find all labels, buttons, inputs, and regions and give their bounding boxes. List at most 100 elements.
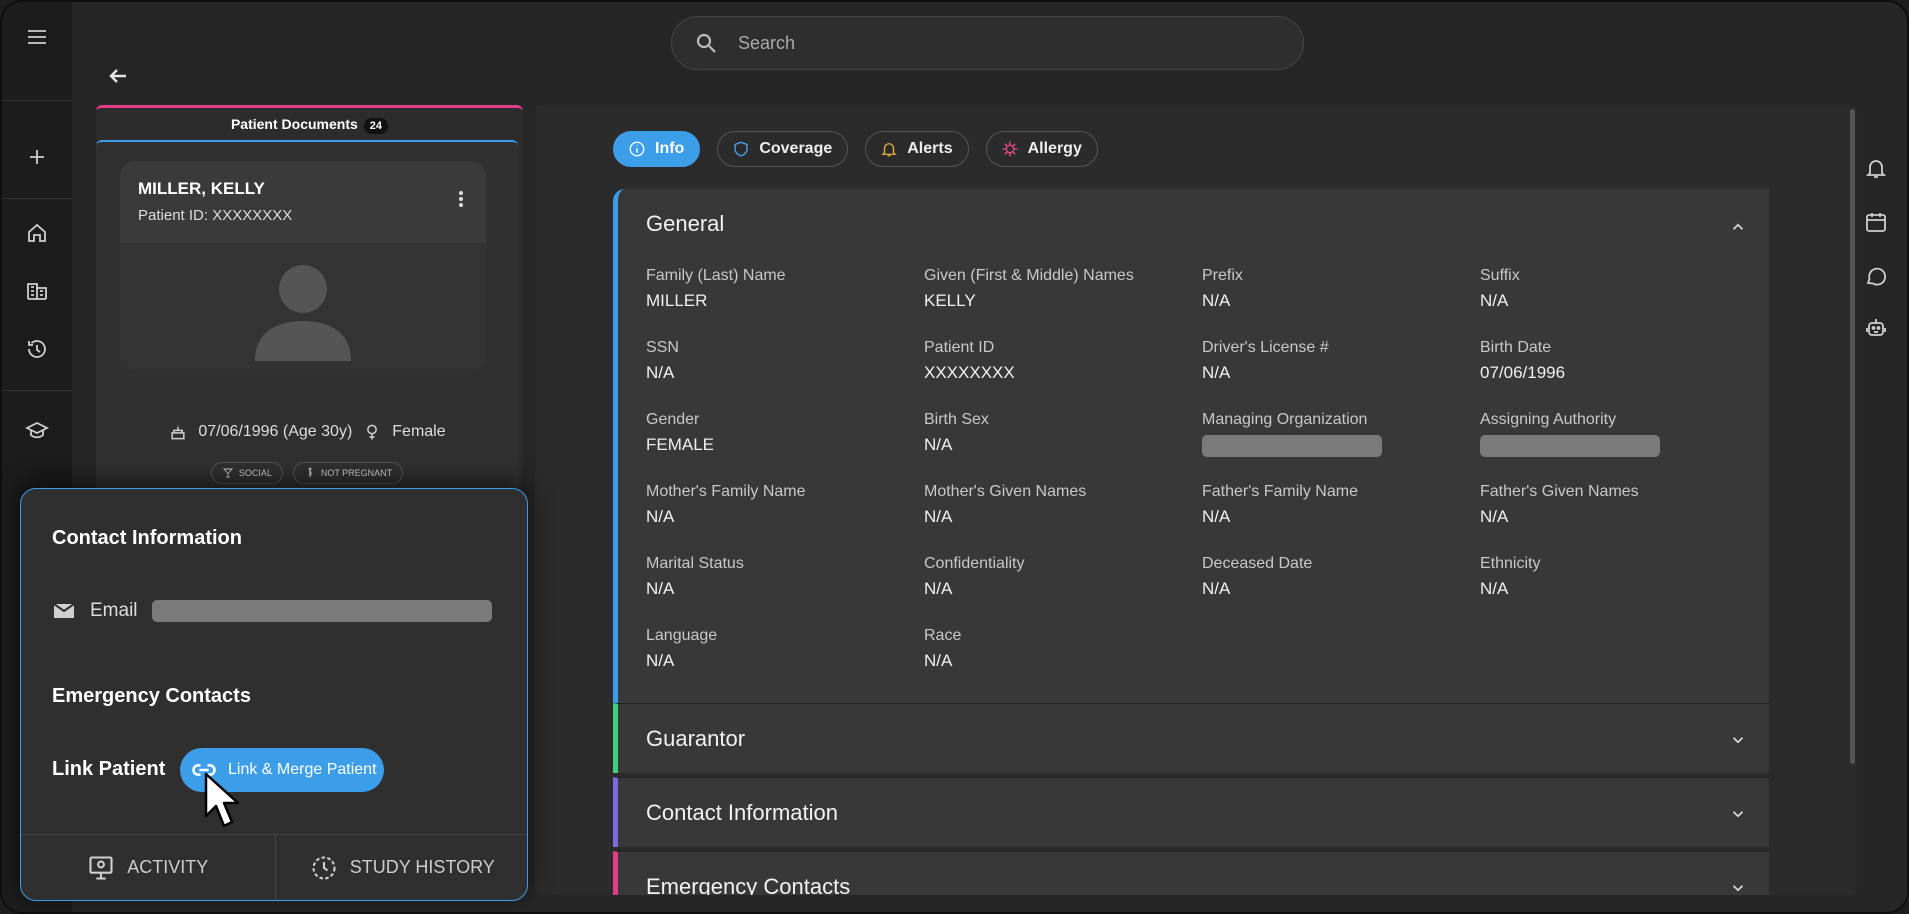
mail-icon [53,603,75,618]
notification-bell-icon[interactable] [1864,156,1892,184]
field-ethnicity: Ethnicity N/A [1480,555,1750,599]
scrollbar[interactable] [1850,109,1855,764]
field-label: Suffix [1480,267,1520,284]
popover-footer: ACTIVITY STUDY HISTORY [21,834,528,900]
field-marital-status: Marital Status N/A [646,555,916,599]
chevron-up-icon[interactable] [1729,218,1747,236]
field-driver-s-license: Driver's License # N/A [1202,339,1472,383]
field-label: Gender [646,411,700,428]
field-label: Deceased Date [1202,555,1313,572]
field-value: N/A [1202,291,1231,310]
field-value: MILLER [646,291,708,310]
email-row: Email [52,599,492,623]
field-label: Race [924,627,962,644]
emergency-contacts-section[interactable]: Emergency Contacts [613,851,1769,895]
school-icon[interactable] [20,414,54,448]
bell-icon [881,143,897,157]
patient-id: Patient ID: XXXXXXXX [138,207,293,224]
more-options-icon[interactable] [458,189,464,209]
emergency-contacts-heading: Emergency Contacts [52,685,251,707]
tab-allergy[interactable]: Allergy [985,131,1098,167]
study-history-tab[interactable]: STUDY HISTORY [274,835,528,900]
home-icon[interactable] [20,216,54,250]
mouse-cursor-icon [204,772,240,828]
chat-icon[interactable] [1864,264,1892,292]
organization-icon[interactable] [20,274,54,308]
field-value-redacted [1480,435,1660,457]
add-icon[interactable] [20,140,54,174]
tab-coverage[interactable]: Coverage [717,131,849,167]
chevron-down-icon[interactable] [1729,879,1747,895]
patient-documents-tab[interactable]: Patient Documents 24 [96,116,523,134]
field-value: N/A [1480,579,1509,598]
activity-tab[interactable]: ACTIVITY [21,835,275,900]
field-value: 07/06/1996 [1480,363,1566,382]
field-label: Father's Family Name [1202,483,1358,500]
female-icon [367,424,378,440]
email-label: Email [90,600,138,621]
field-value: N/A [1480,507,1509,526]
tab-info[interactable]: Info [613,131,701,167]
contact-information-heading: Contact Information [52,527,242,549]
patient-card: MILLER, KELLY Patient ID: XXXXXXXX [120,161,486,371]
field-assigning-authority: Assigning Authority [1480,411,1750,457]
contact-popover: Contact Information Email Emergency Cont… [20,488,528,901]
field-prefix: Prefix N/A [1202,267,1472,311]
field-label: Birth Sex [924,411,989,428]
field-label: Family (Last) Name [646,267,786,284]
field-label: Birth Date [1480,339,1552,356]
patient-documents-panel: Patient Documents 24 MILLER, KELLY Patien… [96,105,523,519]
field-value-redacted [1202,435,1382,457]
field-ssn: SSN N/A [646,339,916,383]
documents-count-badge: 24 [363,118,389,134]
field-value: N/A [924,435,953,454]
search-icon [696,33,716,53]
search-bar[interactable] [671,16,1304,70]
field-value: N/A [646,579,675,598]
tab-label: Allergy [1027,140,1082,157]
field-father-s-family-name: Father's Family Name N/A [1202,483,1472,527]
section-title-contact-information: Contact Information [646,800,838,825]
guarantor-section[interactable]: Guarantor [613,703,1769,773]
field-value: FEMALE [646,435,715,454]
field-value: N/A [924,507,953,526]
patient-name: MILLER, KELLY [138,179,265,198]
tab-label: Coverage [759,140,833,157]
tab-label: Alerts [907,140,953,157]
patient-sex: Female [392,423,446,440]
field-label: Marital Status [646,555,744,572]
history-icon[interactable] [20,332,54,366]
back-arrow-icon[interactable] [106,64,134,92]
field-label: Mother's Given Names [924,483,1087,500]
robot-icon[interactable] [1864,316,1892,344]
cake-icon [171,425,186,440]
clock-dashed-icon [312,855,336,880]
link-button-label: Link & Merge Patient [228,761,377,778]
field-suffix: Suffix N/A [1480,267,1750,311]
pregnant-icon [308,467,312,478]
search-input[interactable] [738,32,1238,54]
field-label: Mother's Family Name [646,483,806,500]
tab-alerts[interactable]: Alerts [865,131,969,167]
field-birth-date: Birth Date 07/06/1996 [1480,339,1750,383]
patient-card-frame: MILLER, KELLY Patient ID: XXXXXXXX 07/06… [96,140,518,519]
calendar-icon[interactable] [1864,210,1892,238]
field-confidentiality: Confidentiality N/A [924,555,1194,599]
field-value: N/A [924,651,953,670]
chevron-down-icon[interactable] [1729,805,1747,823]
info-icon [629,141,645,157]
chevron-down-icon[interactable] [1729,731,1747,749]
field-language: Language N/A [646,627,916,671]
field-value: N/A [1202,579,1231,598]
field-gender: Gender FEMALE [646,411,916,455]
cocktail-icon [222,468,233,478]
field-race: Race N/A [924,627,1194,671]
pregnancy-chip[interactable]: NOT PREGNANT [292,462,404,484]
person-icon [255,265,351,361]
social-chip[interactable]: SOCIAL [210,462,283,484]
section-title-emergency-contacts: Emergency Contacts [646,874,851,895]
menu-icon[interactable] [20,20,54,54]
field-label: Language [646,627,718,644]
activity-monitor-icon [89,855,113,880]
contact-information-section[interactable]: Contact Information [613,777,1769,847]
